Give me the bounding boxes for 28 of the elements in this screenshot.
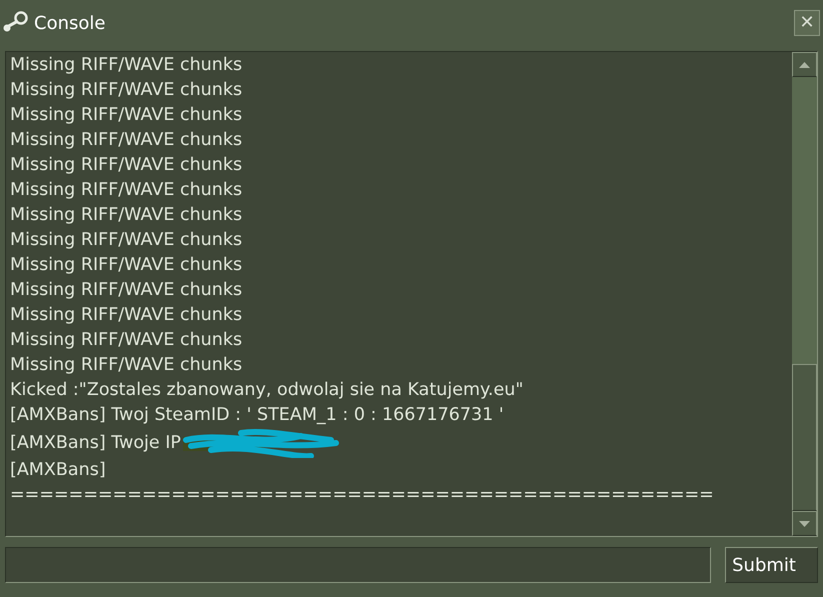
close-button[interactable]: ✕	[794, 10, 820, 36]
log-line: [AMXBans]	[10, 459, 106, 482]
command-input-field[interactable]	[5, 547, 712, 583]
submit-button[interactable]: Submit	[725, 547, 818, 583]
scroll-down-button[interactable]	[792, 511, 817, 536]
log-line: Missing RIFF/WAVE chunks	[10, 254, 242, 277]
log-line: Missing RIFF/WAVE chunks	[10, 329, 242, 352]
scroll-thumb[interactable]	[792, 364, 817, 511]
down-arrow-icon	[799, 520, 810, 526]
window-title: Console	[34, 12, 106, 36]
scrollbar[interactable]	[792, 52, 817, 536]
log-line: Missing RIFF/WAVE chunks	[10, 54, 242, 77]
log-line: [AMXBans] Twoj SteamID : ' STEAM_1 : 0 : 1667176731 '	[10, 404, 504, 427]
log-line: Missing RIFF/WAVE chunks	[10, 279, 242, 302]
log-line: Missing RIFF/WAVE chunks	[10, 129, 242, 152]
log-line: Missing RIFF/WAVE chunks	[10, 79, 242, 102]
log-line: Missing RIFF/WAVE chunks	[10, 304, 242, 327]
log-line: Missing RIFF/WAVE chunks	[10, 354, 242, 377]
log-line: Missing RIFF/WAVE chunks	[10, 104, 242, 127]
log-line: Missing RIFF/WAVE chunks	[10, 229, 242, 252]
log-line: Kicked :"Zostales zbanowany, odwolaj sie na Katujemy.eu"	[10, 379, 524, 402]
log-line: Missing RIFF/WAVE chunks	[10, 154, 242, 177]
up-arrow-icon	[799, 62, 810, 68]
log-line: Missing RIFF/WAVE chunks	[10, 179, 242, 202]
log-line: [AMXBans] Twoje IP	[10, 432, 181, 454]
scroll-up-button[interactable]	[792, 52, 817, 77]
log-line: ================================================	[10, 484, 714, 507]
log-line: Missing RIFF/WAVE chunks	[10, 204, 242, 227]
